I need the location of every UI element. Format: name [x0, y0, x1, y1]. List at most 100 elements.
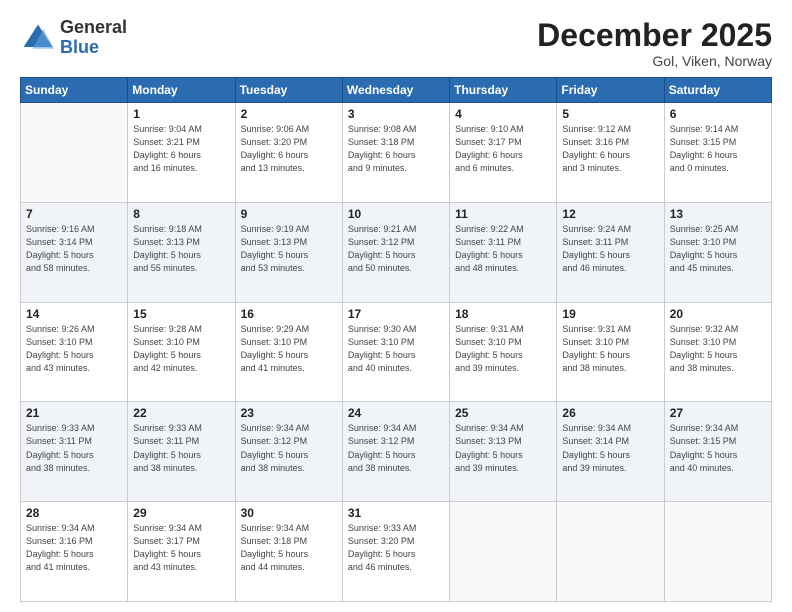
calendar-table: Sunday Monday Tuesday Wednesday Thursday… — [20, 77, 772, 602]
day-number: 13 — [670, 207, 766, 221]
day-number: 14 — [26, 307, 122, 321]
day-number: 10 — [348, 207, 444, 221]
table-row: 22 Sunrise: 9:33 AM Sunset: 3:11 PM Dayli… — [128, 402, 235, 502]
day-number: 2 — [241, 107, 337, 121]
table-row: 28 Sunrise: 9:34 AM Sunset: 3:16 PM Dayli… — [21, 502, 128, 602]
table-row — [664, 502, 771, 602]
day-info: Sunrise: 9:31 AM Sunset: 3:10 PM Dayligh… — [562, 323, 658, 375]
col-monday: Monday — [128, 78, 235, 103]
logo-icon — [20, 20, 56, 56]
calendar-week-row: 7 Sunrise: 9:16 AM Sunset: 3:14 PM Daylig… — [21, 202, 772, 302]
logo-general-text: General — [60, 18, 127, 38]
table-row: 11 Sunrise: 9:22 AM Sunset: 3:11 PM Dayli… — [450, 202, 557, 302]
table-row: 30 Sunrise: 9:34 AM Sunset: 3:18 PM Dayli… — [235, 502, 342, 602]
day-info: Sunrise: 9:29 AM Sunset: 3:10 PM Dayligh… — [241, 323, 337, 375]
day-info: Sunrise: 9:34 AM Sunset: 3:14 PM Dayligh… — [562, 422, 658, 474]
col-thursday: Thursday — [450, 78, 557, 103]
day-number: 19 — [562, 307, 658, 321]
col-saturday: Saturday — [664, 78, 771, 103]
day-number: 12 — [562, 207, 658, 221]
table-row: 26 Sunrise: 9:34 AM Sunset: 3:14 PM Dayli… — [557, 402, 664, 502]
table-row: 24Sunrise: 9:34 AM Sunset: 3:12 PM Dayli… — [342, 402, 449, 502]
day-number: 16 — [241, 307, 337, 321]
day-info: Sunrise: 9:34 AM Sunset: 3:12 PM Dayligh… — [348, 422, 444, 474]
col-sunday: Sunday — [21, 78, 128, 103]
day-info: Sunrise: 9:22 AM Sunset: 3:11 PM Dayligh… — [455, 223, 551, 275]
table-row: 2 Sunrise: 9:06 AM Sunset: 3:20 PM Daylig… — [235, 103, 342, 203]
table-row: 12 Sunrise: 9:24 AM Sunset: 3:11 PM Dayli… — [557, 202, 664, 302]
table-row: 14 Sunrise: 9:26 AM Sunset: 3:10 PM Dayli… — [21, 302, 128, 402]
table-row — [450, 502, 557, 602]
day-info: Sunrise: 9:33 AM Sunset: 3:11 PM Dayligh… — [133, 422, 229, 474]
day-number: 17 — [348, 307, 444, 321]
day-info: Sunrise: 9:16 AM Sunset: 3:14 PM Dayligh… — [26, 223, 122, 275]
col-tuesday: Tuesday — [235, 78, 342, 103]
table-row: 20Sunrise: 9:32 AM Sunset: 3:10 PM Dayli… — [664, 302, 771, 402]
calendar-title: December 2025 — [537, 18, 772, 53]
table-row: 1Sunrise: 9:04 AM Sunset: 3:21 PM Daylig… — [128, 103, 235, 203]
table-row: 31 Sunrise: 9:33 AM Sunset: 3:20 PM Dayli… — [342, 502, 449, 602]
table-row: 16 Sunrise: 9:29 AM Sunset: 3:10 PM Dayli… — [235, 302, 342, 402]
day-info: Sunrise: 9:33 AM Sunset: 3:20 PM Dayligh… — [348, 522, 444, 574]
page: General Blue December 2025 Gol, Viken, N… — [0, 0, 792, 612]
day-number: 1 — [133, 107, 229, 121]
day-info: Sunrise: 9:10 AM Sunset: 3:17 PM Dayligh… — [455, 123, 551, 175]
day-info: Sunrise: 9:33 AM Sunset: 3:11 PM Dayligh… — [26, 422, 122, 474]
table-row — [557, 502, 664, 602]
day-number: 4 — [455, 107, 551, 121]
day-info: Sunrise: 9:32 AM Sunset: 3:10 PM Dayligh… — [670, 323, 766, 375]
day-info: Sunrise: 9:34 AM Sunset: 3:12 PM Dayligh… — [241, 422, 337, 474]
day-number: 30 — [241, 506, 337, 520]
logo-blue-text: Blue — [60, 38, 127, 58]
day-info: Sunrise: 9:24 AM Sunset: 3:11 PM Dayligh… — [562, 223, 658, 275]
day-info: Sunrise: 9:30 AM Sunset: 3:10 PM Dayligh… — [348, 323, 444, 375]
day-info: Sunrise: 9:18 AM Sunset: 3:13 PM Dayligh… — [133, 223, 229, 275]
day-info: Sunrise: 9:31 AM Sunset: 3:10 PM Dayligh… — [455, 323, 551, 375]
calendar-week-row: 21 Sunrise: 9:33 AM Sunset: 3:11 PM Dayli… — [21, 402, 772, 502]
day-info: Sunrise: 9:14 AM Sunset: 3:15 PM Dayligh… — [670, 123, 766, 175]
table-row: 10 Sunrise: 9:21 AM Sunset: 3:12 PM Dayli… — [342, 202, 449, 302]
col-wednesday: Wednesday — [342, 78, 449, 103]
day-number: 7 — [26, 207, 122, 221]
day-number: 31 — [348, 506, 444, 520]
col-friday: Friday — [557, 78, 664, 103]
day-info: Sunrise: 9:34 AM Sunset: 3:16 PM Dayligh… — [26, 522, 122, 574]
table-row: 17 Sunrise: 9:30 AM Sunset: 3:10 PM Dayli… — [342, 302, 449, 402]
day-number: 18 — [455, 307, 551, 321]
day-info: Sunrise: 9:26 AM Sunset: 3:10 PM Dayligh… — [26, 323, 122, 375]
day-info: Sunrise: 9:34 AM Sunset: 3:18 PM Dayligh… — [241, 522, 337, 574]
table-row: 7 Sunrise: 9:16 AM Sunset: 3:14 PM Daylig… — [21, 202, 128, 302]
day-info: Sunrise: 9:28 AM Sunset: 3:10 PM Dayligh… — [133, 323, 229, 375]
day-number: 28 — [26, 506, 122, 520]
day-number: 26 — [562, 406, 658, 420]
day-number: 25 — [455, 406, 551, 420]
day-number: 8 — [133, 207, 229, 221]
day-info: Sunrise: 9:21 AM Sunset: 3:12 PM Dayligh… — [348, 223, 444, 275]
table-row: 6Sunrise: 9:14 AM Sunset: 3:15 PM Daylig… — [664, 103, 771, 203]
day-number: 11 — [455, 207, 551, 221]
day-info: Sunrise: 9:34 AM Sunset: 3:17 PM Dayligh… — [133, 522, 229, 574]
day-number: 23 — [241, 406, 337, 420]
table-row: 3Sunrise: 9:08 AM Sunset: 3:18 PM Daylig… — [342, 103, 449, 203]
calendar-header-row: Sunday Monday Tuesday Wednesday Thursday… — [21, 78, 772, 103]
day-number: 27 — [670, 406, 766, 420]
day-info: Sunrise: 9:12 AM Sunset: 3:16 PM Dayligh… — [562, 123, 658, 175]
day-number: 22 — [133, 406, 229, 420]
day-info: Sunrise: 9:34 AM Sunset: 3:15 PM Dayligh… — [670, 422, 766, 474]
table-row: 19 Sunrise: 9:31 AM Sunset: 3:10 PM Dayli… — [557, 302, 664, 402]
table-row: 21 Sunrise: 9:33 AM Sunset: 3:11 PM Dayli… — [21, 402, 128, 502]
day-info: Sunrise: 9:34 AM Sunset: 3:13 PM Dayligh… — [455, 422, 551, 474]
table-row — [21, 103, 128, 203]
day-number: 21 — [26, 406, 122, 420]
table-row: 8 Sunrise: 9:18 AM Sunset: 3:13 PM Daylig… — [128, 202, 235, 302]
calendar-week-row: 1Sunrise: 9:04 AM Sunset: 3:21 PM Daylig… — [21, 103, 772, 203]
table-row: 15Sunrise: 9:28 AM Sunset: 3:10 PM Dayli… — [128, 302, 235, 402]
day-info: Sunrise: 9:06 AM Sunset: 3:20 PM Dayligh… — [241, 123, 337, 175]
table-row: 23 Sunrise: 9:34 AM Sunset: 3:12 PM Dayli… — [235, 402, 342, 502]
day-number: 9 — [241, 207, 337, 221]
calendar-location: Gol, Viken, Norway — [537, 53, 772, 69]
header: General Blue December 2025 Gol, Viken, N… — [20, 18, 772, 69]
table-row: 13Sunrise: 9:25 AM Sunset: 3:10 PM Dayli… — [664, 202, 771, 302]
calendar-week-row: 28 Sunrise: 9:34 AM Sunset: 3:16 PM Dayli… — [21, 502, 772, 602]
table-row: 25 Sunrise: 9:34 AM Sunset: 3:13 PM Dayli… — [450, 402, 557, 502]
